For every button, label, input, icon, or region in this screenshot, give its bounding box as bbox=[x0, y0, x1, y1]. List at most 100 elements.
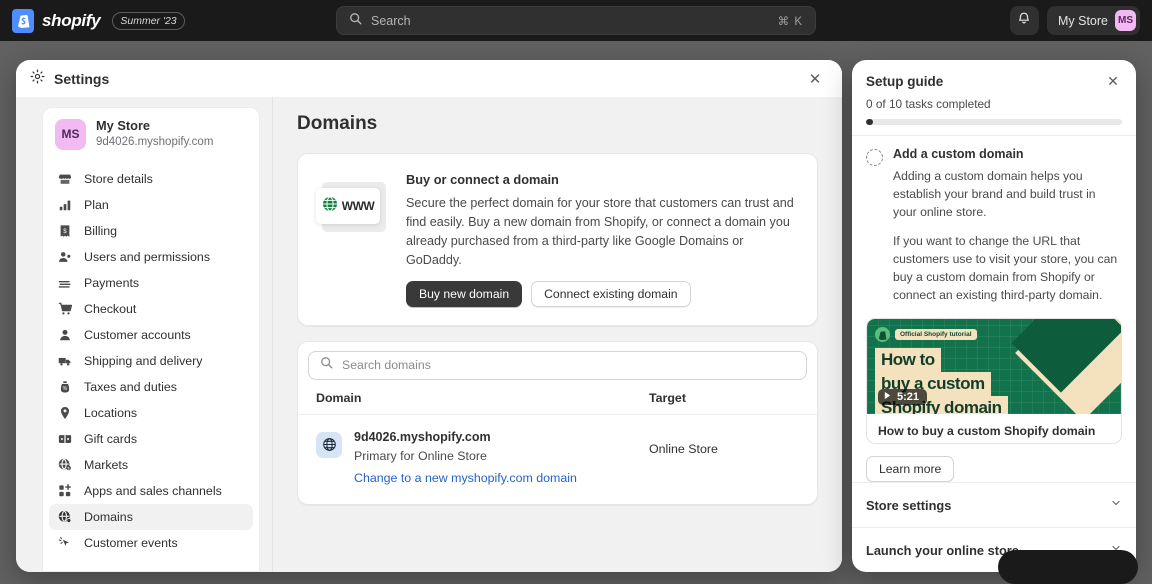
video-thumbnail[interactable]: Official Shopify tutorial How to buy a c… bbox=[867, 319, 1121, 415]
settings-content-pane: Domains WWW Buy or connect a domain Secu… bbox=[273, 97, 842, 572]
sidebar-item-label: Gift cards bbox=[84, 432, 138, 447]
sidebar-item-label: Shipping and delivery bbox=[84, 354, 203, 369]
settings-modal-header: Settings ✕ bbox=[16, 60, 842, 97]
www-label: WWW bbox=[341, 199, 375, 213]
sidebar-item-label: Markets bbox=[84, 458, 129, 473]
close-icon[interactable]: ✕ bbox=[802, 66, 828, 92]
truck-icon bbox=[57, 353, 73, 369]
apps-grid-icon bbox=[57, 483, 73, 499]
search-placeholder: Search bbox=[371, 13, 411, 28]
settings-modal-title: Settings bbox=[54, 70, 110, 87]
sidebar-item-locations[interactable]: Locations bbox=[49, 400, 253, 426]
domain-name: 9d4026.myshopify.com bbox=[354, 429, 491, 444]
connect-existing-domain-button[interactable]: Connect existing domain bbox=[531, 280, 691, 307]
users-icon bbox=[57, 249, 73, 265]
domain-illustration: WWW bbox=[316, 178, 390, 238]
version-pill: Summer '23 bbox=[112, 11, 185, 30]
shopify-bag-icon bbox=[875, 327, 890, 343]
avatar: MS bbox=[1115, 10, 1136, 31]
sidebar-item-label: Payments bbox=[84, 276, 140, 291]
setup-task-add-custom-domain[interactable]: Add a custom domain Adding a custom doma… bbox=[852, 136, 1136, 304]
sidebar-item-apps-and-sales-channels[interactable]: Apps and sales channels bbox=[49, 478, 253, 504]
settings-modal: Settings ✕ MS My Store 9d4026.myshopify.… bbox=[16, 60, 842, 572]
close-icon[interactable]: ✕ bbox=[1104, 73, 1122, 90]
tasks-completed-text: 0 of 10 tasks completed bbox=[866, 97, 991, 111]
sidebar-item-label: Customer accounts bbox=[84, 328, 191, 343]
video-title-line: How to bbox=[875, 348, 941, 373]
settings-sidebar: MS My Store 9d4026.myshopify.com Store d… bbox=[16, 97, 273, 572]
search-icon bbox=[349, 12, 362, 30]
video-badge-label: Official Shopify tutorial bbox=[895, 329, 977, 341]
svg-text:$: $ bbox=[63, 228, 67, 235]
video-duration: 5:21 bbox=[897, 391, 920, 404]
column-header-target: Target bbox=[649, 390, 686, 405]
sidebar-item-label: Customer events bbox=[84, 536, 178, 551]
setup-progress-fill bbox=[866, 119, 873, 125]
sidebar-item-shipping-and-delivery[interactable]: Shipping and delivery bbox=[49, 348, 253, 374]
domain-subtitle: Primary for Online Store bbox=[354, 448, 487, 463]
setup-progress-bar bbox=[866, 119, 1122, 125]
learn-more-row: Learn more bbox=[852, 444, 1136, 482]
sidebar-item-taxes-and-duties[interactable]: % Taxes and duties bbox=[49, 374, 253, 400]
map-pin-icon bbox=[57, 405, 73, 421]
payments-card-icon bbox=[57, 275, 73, 291]
sidebar-item-label: Domains bbox=[84, 510, 133, 525]
store-name-label: My Store bbox=[1057, 13, 1108, 28]
gift-card-icon bbox=[57, 431, 73, 447]
task-paragraph: Adding a custom domain helps you establi… bbox=[893, 168, 1096, 220]
billing-receipt-icon: $ bbox=[57, 223, 73, 239]
store-icon bbox=[57, 171, 73, 187]
green-globe-icon bbox=[322, 196, 338, 217]
sidebar-item-billing[interactable]: $ Billing bbox=[49, 218, 253, 244]
domains-search-row: Search domains bbox=[298, 342, 817, 388]
table-row[interactable]: 9d4026.myshopify.com Primary for Online … bbox=[298, 415, 817, 504]
learn-more-button[interactable]: Learn more bbox=[866, 456, 955, 482]
notification-bell-icon bbox=[1017, 11, 1031, 30]
task-paragraph: If you want to change the URL that custo… bbox=[893, 234, 1118, 303]
guide-section-label: Store settings bbox=[866, 497, 952, 513]
notification-bell-button[interactable] bbox=[1009, 6, 1039, 35]
svg-text:%: % bbox=[63, 386, 68, 392]
brand-wordmark: shopify bbox=[42, 10, 101, 30]
settings-nav-list: Store details Plan $ Billing Users and p… bbox=[42, 161, 260, 572]
setup-guide-title: Setup guide bbox=[866, 74, 944, 89]
search-shortcut-hint: ⌘ K bbox=[777, 15, 803, 28]
sidebar-item-plan[interactable]: Plan bbox=[49, 192, 253, 218]
sidebar-item-label: Billing bbox=[84, 224, 118, 239]
buy-new-domain-button[interactable]: Buy new domain bbox=[406, 280, 523, 307]
page-title: Domains bbox=[297, 113, 378, 134]
sidebar-item-label: Locations bbox=[84, 406, 138, 421]
sidebar-item-gift-cards[interactable]: Gift cards bbox=[49, 426, 253, 452]
sidebar-item-store-details[interactable]: Store details bbox=[49, 166, 253, 192]
video-play-button[interactable]: 5:21 bbox=[878, 389, 928, 406]
sidebar-item-payments[interactable]: Payments bbox=[49, 270, 253, 296]
search-domains-input[interactable]: Search domains bbox=[308, 350, 807, 380]
promo-body: Secure the perfect domain for your store… bbox=[406, 196, 794, 267]
globe-icon bbox=[316, 431, 342, 458]
taxes-icon: % bbox=[57, 379, 73, 395]
play-icon bbox=[883, 391, 892, 403]
sidebar-item-customer-accounts[interactable]: Customer accounts bbox=[49, 322, 253, 348]
guide-section-store-settings[interactable]: Store settings bbox=[852, 482, 1136, 527]
sidebar-item-label: Store details bbox=[84, 172, 153, 187]
sidebar-item-customer-events[interactable]: Customer events bbox=[49, 530, 253, 556]
globe-dollar-icon: $ bbox=[57, 457, 73, 473]
sidebar-store-card[interactable]: MS My Store 9d4026.myshopify.com bbox=[42, 107, 260, 162]
sidebar-item-checkout[interactable]: Checkout bbox=[49, 296, 253, 322]
tutorial-video-card[interactable]: Official Shopify tutorial How to buy a c… bbox=[866, 318, 1122, 444]
chat-launcher-bubble[interactable] bbox=[998, 550, 1138, 584]
person-icon bbox=[57, 327, 73, 343]
chart-bars-icon bbox=[57, 197, 73, 213]
sidebar-item-domains[interactable]: Domains bbox=[49, 504, 253, 531]
global-search-input[interactable]: Search ⌘ K bbox=[336, 6, 816, 35]
avatar: MS bbox=[55, 118, 86, 150]
video-caption: How to buy a custom Shopify domain bbox=[878, 424, 1096, 439]
shopify-brand[interactable]: shopify Summer '23 bbox=[12, 8, 185, 33]
store-switcher-button[interactable]: My Store MS bbox=[1046, 6, 1140, 35]
column-header-domain: Domain bbox=[316, 390, 362, 405]
change-domain-link[interactable]: Change to a new myshopify.com domain bbox=[354, 467, 577, 490]
sidebar-item-users-and-permissions[interactable]: Users and permissions bbox=[49, 244, 253, 270]
dashed-circle-icon[interactable] bbox=[866, 148, 883, 166]
top-navigation-bar: shopify Summer '23 Search ⌘ K My Store M… bbox=[0, 0, 1152, 41]
sidebar-item-markets[interactable]: $ Markets bbox=[49, 452, 253, 478]
